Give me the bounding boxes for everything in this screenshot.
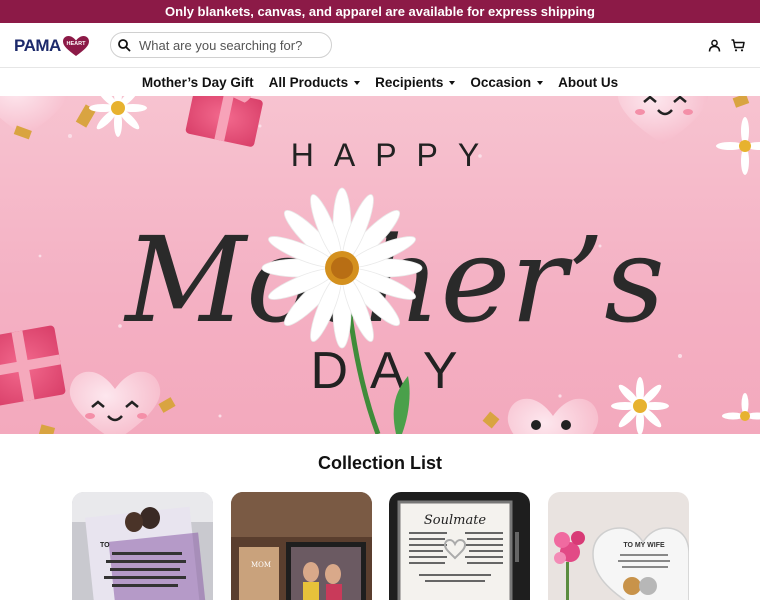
hero-image: HAPPY Mother’s DAY bbox=[0, 96, 760, 434]
nav-item-mothers-day-gift[interactable]: Mother’s Day Gift bbox=[142, 75, 254, 90]
site-logo[interactable]: PAMA HEART bbox=[14, 34, 90, 58]
main-nav: Mother’s Day Gift All Products Recipient… bbox=[0, 69, 760, 96]
user-icon[interactable] bbox=[708, 39, 721, 52]
hero-banner[interactable]: HAPPY Mother’s DAY bbox=[0, 96, 760, 434]
caret-down-icon bbox=[354, 81, 361, 85]
logo-text: PAMA bbox=[14, 36, 61, 55]
nav-item-label: All Products bbox=[268, 75, 349, 90]
logo-badge-text: HEART bbox=[66, 41, 86, 47]
nav-item-label: About Us bbox=[558, 75, 619, 90]
card-art-text: MOM bbox=[251, 561, 271, 569]
nav-item-about-us[interactable]: About Us bbox=[558, 75, 618, 90]
collection-list-title: Collection List bbox=[317, 453, 442, 473]
card-art-text: Soulmate bbox=[424, 513, 487, 528]
card-art-text: TO bbox=[100, 542, 110, 549]
hero-mothers-text: Mother’s bbox=[123, 211, 665, 349]
collection-card-image: TO bbox=[72, 492, 213, 600]
collection-list: TO MOM Soulmate TO MY WIFE bbox=[72, 492, 689, 600]
search-bar[interactable] bbox=[110, 32, 332, 58]
collection-card-necklace[interactable]: Soulmate bbox=[389, 492, 530, 600]
site-header: PAMA HEART bbox=[0, 23, 760, 68]
announcement-bar: Only blankets, canvas, and apparel are a… bbox=[0, 0, 760, 23]
nav-item-label: Recipients bbox=[375, 75, 444, 90]
hero-happy-text: HAPPY bbox=[291, 137, 499, 173]
hero-day-text: DAY bbox=[310, 342, 479, 400]
announcement-text: Only blankets, canvas, and apparel are a… bbox=[165, 4, 595, 19]
nav-item-label: Occasion bbox=[470, 75, 532, 90]
nav-item-recipients[interactable]: Recipients bbox=[375, 75, 456, 90]
nav-item-label: Mother’s Day Gift bbox=[141, 75, 254, 90]
nav-item-occasion[interactable]: Occasion bbox=[470, 75, 544, 90]
logo-heart-icon: HEART bbox=[62, 36, 89, 56]
search-icon[interactable] bbox=[117, 38, 131, 52]
caret-down-icon bbox=[449, 81, 456, 85]
collection-card-plaque[interactable]: TO MY WIFE bbox=[548, 492, 689, 600]
collection-card-canvas[interactable]: MOM bbox=[231, 492, 372, 600]
card-art-text: TO MY WIFE bbox=[623, 542, 665, 549]
nav-item-all-products[interactable]: All Products bbox=[269, 75, 361, 90]
cart-icon[interactable] bbox=[731, 39, 745, 52]
collection-card-image: Soulmate bbox=[389, 492, 530, 600]
search-input[interactable] bbox=[139, 36, 324, 54]
collection-card-image: TO MY WIFE bbox=[548, 492, 689, 600]
collection-card-image: MOM bbox=[231, 492, 372, 600]
collection-card-blanket[interactable]: TO bbox=[72, 492, 213, 600]
caret-down-icon bbox=[537, 81, 544, 85]
